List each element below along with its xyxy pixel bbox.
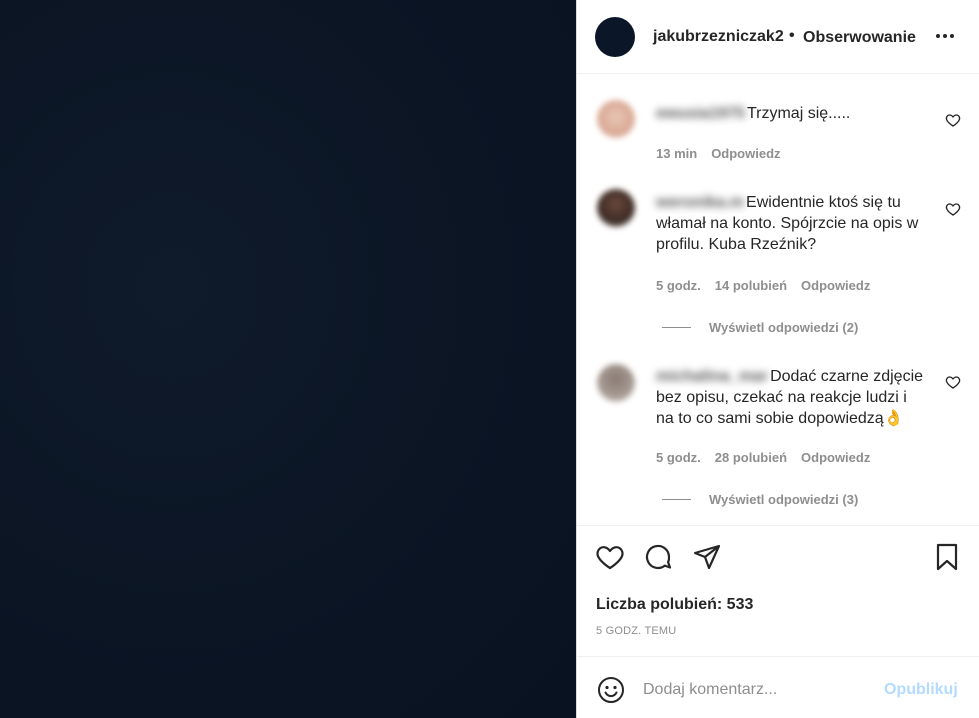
comment-time: 13 min	[656, 146, 698, 161]
comments-list[interactable]: ewusia1975 Trzymaj się..... 13 min Odpowie…	[577, 75, 979, 525]
commenter-avatar[interactable]	[597, 100, 635, 138]
replies-divider	[662, 327, 691, 328]
replies-divider	[662, 499, 691, 500]
comment-time: 5 godz.	[656, 278, 701, 293]
comment-body: ewusia1975 Trzymaj się.....	[656, 103, 926, 124]
separator-dot: •	[789, 27, 795, 44]
post-side-panel: jakubrzezniczak2 • Obserwowanie ewusia19…	[576, 0, 979, 718]
reply-button[interactable]: Odpowiedz	[801, 278, 870, 293]
reply-button[interactable]: Odpowiedz	[711, 146, 780, 161]
username-link[interactable]: jakubrzezniczak2	[653, 28, 784, 46]
post-image[interactable]	[0, 0, 576, 718]
view-replies-button[interactable]: Wyświetl odpowiedzi (2)	[662, 320, 858, 335]
following-button[interactable]: Obserwowanie	[803, 29, 916, 47]
comment-meta: 5 godz. 14 polubień Odpowiedz	[656, 278, 884, 293]
heart-icon[interactable]	[945, 201, 961, 217]
paper-plane-icon[interactable]	[692, 542, 722, 572]
commenter-avatar[interactable]	[597, 364, 635, 402]
emoji-icon[interactable]	[597, 676, 625, 704]
add-comment-bar: Opublikuj	[577, 656, 979, 718]
comment-likes[interactable]: 28 polubień	[715, 450, 787, 465]
comment-time: 5 godz.	[656, 450, 701, 465]
heart-icon[interactable]	[595, 542, 625, 572]
reply-button[interactable]: Odpowiedz	[801, 450, 870, 465]
commenter-avatar[interactable]	[597, 189, 635, 227]
comment-icon[interactable]	[643, 542, 673, 572]
comment-input[interactable]	[643, 679, 873, 701]
likes-count[interactable]: Liczba polubień: 533	[596, 596, 753, 614]
heart-icon[interactable]	[945, 374, 961, 390]
avatar[interactable]	[595, 17, 635, 57]
comment-body: michalina_mar Dodać czarne zdjęcie bez op…	[656, 366, 926, 429]
commenter-username[interactable]: michalina_mar	[656, 368, 768, 385]
heart-icon[interactable]	[945, 112, 961, 128]
post-actions: Liczba polubień: 533 5 GODZ. TEMU	[577, 525, 979, 656]
comment-text: Trzymaj się.....	[746, 105, 851, 122]
commenter-username[interactable]: ewusia1975	[656, 105, 745, 122]
comment-meta: 5 godz. 28 polubień Odpowiedz	[656, 450, 884, 465]
bookmark-icon[interactable]	[932, 542, 962, 572]
post-header: jakubrzezniczak2 • Obserwowanie	[577, 0, 979, 74]
more-options-icon[interactable]	[933, 24, 957, 48]
publish-button[interactable]: Opublikuj	[884, 681, 958, 699]
comment-likes[interactable]: 14 polubień	[715, 278, 787, 293]
view-replies-button[interactable]: Wyświetl odpowiedzi (3)	[662, 492, 858, 507]
post-timestamp: 5 GODZ. TEMU	[596, 625, 677, 637]
commenter-username[interactable]: weronika.m	[656, 194, 744, 211]
comment-meta: 13 min Odpowiedz	[656, 146, 795, 161]
view-replies-label: Wyświetl odpowiedzi (2)	[709, 320, 859, 335]
comment-body: weronika.m Ewidentnie ktoś się tu włamał …	[656, 192, 926, 255]
view-replies-label: Wyświetl odpowiedzi (3)	[709, 492, 859, 507]
